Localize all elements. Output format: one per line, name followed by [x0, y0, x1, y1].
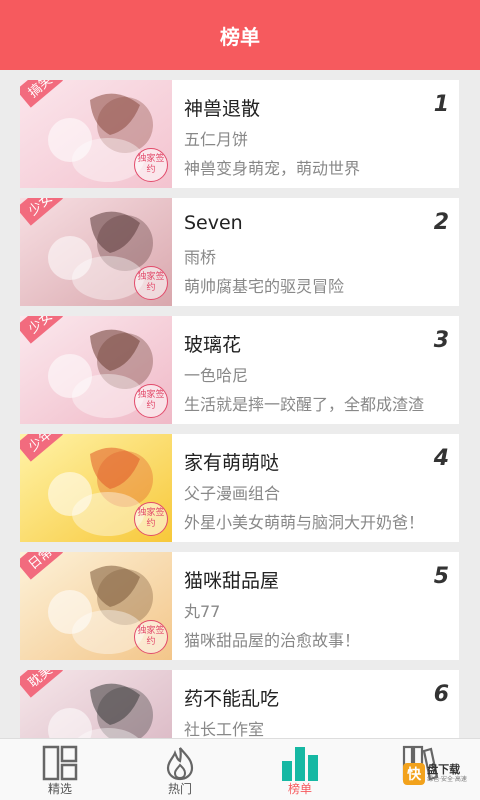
comic-author: 五仁月饼 — [184, 130, 249, 149]
comic-title: 玻璃花 — [184, 334, 242, 356]
comic-list-item[interactable]: 少女 独家签约 玻璃花 3 一色哈尼 生活就是摔一跤醒了，全都成渣渣 — [20, 316, 459, 424]
flame-icon — [166, 747, 194, 781]
watermark-name: 盘下载 — [427, 763, 461, 776]
watermark-logo: 快 盘下载 绿色·安全·高速 — [396, 756, 474, 792]
comic-description: 生活就是摔一跤醒了，全都成渣渣 — [184, 395, 425, 414]
comic-title: Seven — [184, 212, 243, 234]
exclusive-stamp: 独家签约 — [134, 266, 168, 300]
comic-list-item[interactable]: 少女 独家签约 Seven 2 雨桥 萌帅腐基宅的驱灵冒险 — [20, 198, 459, 306]
comic-cover-image[interactable]: 耽美 — [20, 670, 172, 738]
rank-number: 4 — [433, 446, 449, 471]
tab-hot[interactable]: 热门 — [140, 739, 220, 800]
exclusive-stamp: 独家签约 — [134, 502, 168, 536]
watermark-mark: 快 — [403, 763, 426, 785]
comic-title: 猫咪甜品屋 — [184, 570, 280, 592]
comic-cover-image[interactable]: 少女 独家签约 — [20, 198, 172, 306]
top-header: 榜单 — [0, 0, 480, 70]
tab-featured[interactable]: 精选 — [20, 739, 100, 800]
rank-number: 2 — [433, 210, 449, 235]
page-title: 榜单 — [220, 24, 260, 49]
rank-number: 5 — [433, 564, 449, 589]
comic-title: 药不能乱吃 — [184, 688, 280, 710]
comic-author: 一色哈尼 — [184, 366, 249, 385]
comic-cover-image[interactable]: 日常 独家签约 — [20, 552, 172, 660]
comic-list-item[interactable]: 搞笑 独家签约 神兽退散 1 五仁月饼 神兽变身萌宠，萌动世界 — [20, 80, 459, 188]
comic-author: 雨桥 — [184, 248, 217, 267]
exclusive-stamp: 独家签约 — [134, 148, 168, 182]
comic-description: 外星小美女萌萌与脑洞大开奶爸！ — [184, 513, 425, 532]
comic-title: 神兽退散 — [184, 98, 261, 120]
comic-description: 萌帅腐基宅的驱灵冒险 — [184, 277, 345, 296]
tab-label: 热门 — [167, 782, 192, 796]
rank-number: 3 — [433, 328, 449, 353]
comic-author: 父子漫画组合 — [184, 484, 281, 503]
rank-number: 1 — [433, 92, 449, 117]
ranking-list[interactable]: 搞笑 独家签约 神兽退散 1 五仁月饼 神兽变身萌宠，萌动世界 少女 独家签约 … — [0, 70, 480, 738]
tab-label: 精选 — [47, 782, 72, 796]
bottom-tab-bar: 精选 热门 榜单 快 盘下载 绿色·安全·高速 — [0, 738, 480, 800]
comic-title: 家有萌萌哒 — [184, 452, 280, 474]
rank-number: 6 — [433, 682, 449, 707]
exclusive-stamp: 独家签约 — [134, 384, 168, 418]
exclusive-stamp: 独家签约 — [134, 620, 168, 654]
tab-label: 榜单 — [287, 782, 312, 796]
comic-cover-image[interactable]: 少年 独家签约 — [20, 434, 172, 542]
grid-icon — [42, 745, 78, 781]
bar-chart-icon — [282, 747, 318, 781]
comic-author: 丸77 — [184, 602, 221, 621]
comic-description: 神兽变身萌宠，萌动世界 — [184, 159, 361, 178]
comic-cover-image[interactable]: 搞笑 独家签约 — [20, 80, 172, 188]
watermark-sub: 绿色·安全·高速 — [427, 776, 467, 783]
comic-description: 猫咪甜品屋的治愈故事！ — [184, 631, 361, 650]
comic-author: 社长工作室 — [184, 720, 265, 738]
comic-list-item[interactable]: 耽美 药不能乱吃 6 社长工作室 — [20, 670, 459, 738]
comic-list-item[interactable]: 日常 独家签约 猫咪甜品屋 5 丸77 猫咪甜品屋的治愈故事！ — [20, 552, 459, 660]
comic-list-item[interactable]: 少年 独家签约 家有萌萌哒 4 父子漫画组合 外星小美女萌萌与脑洞大开奶爸！ — [20, 434, 459, 542]
tab-ranking[interactable]: 榜单 — [260, 739, 340, 800]
comic-cover-image[interactable]: 少女 独家签约 — [20, 316, 172, 424]
